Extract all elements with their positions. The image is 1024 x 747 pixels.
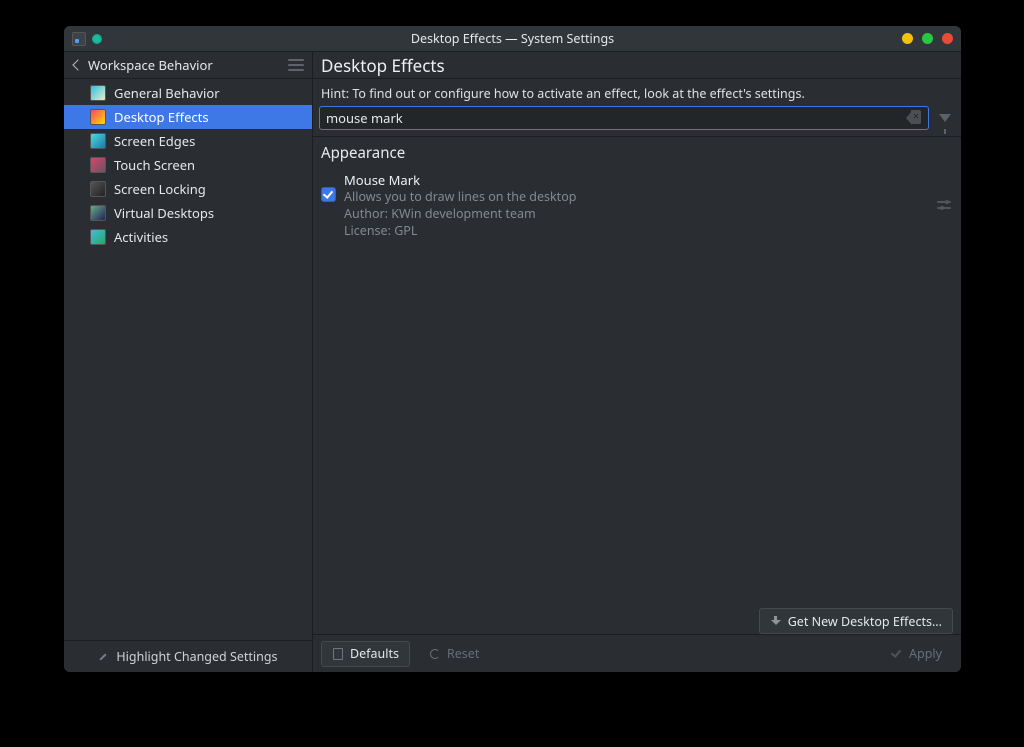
download-icon <box>770 615 782 627</box>
sliders-icon <box>937 199 951 211</box>
back-icon[interactable] <box>72 60 82 70</box>
reset-button[interactable]: Reset <box>418 641 490 667</box>
page-title: Desktop Effects <box>313 52 961 79</box>
effect-description: Allows you to draw lines on the desktop <box>344 189 927 206</box>
sidebar-item-label: General Behavior <box>114 84 220 102</box>
sidebar-item-desktop-effects[interactable]: Desktop Effects <box>64 105 312 129</box>
window-title: Desktop Effects — System Settings <box>64 30 961 47</box>
effect-license: License: GPL <box>344 223 927 240</box>
get-new-effects-button[interactable]: Get New Desktop Effects... <box>759 608 953 634</box>
virtual-desktops-icon <box>90 205 106 221</box>
highlight-changed-button[interactable]: Highlight Changed Settings <box>64 640 312 672</box>
sidebar-item-general-behavior[interactable]: General Behavior <box>64 81 312 105</box>
sidebar-item-touch-screen[interactable]: Touch Screen <box>64 153 312 177</box>
clear-search-icon[interactable] <box>906 111 922 125</box>
effect-author: Author: KWin development team <box>344 206 927 223</box>
sidebar-item-activities[interactable]: Activities <box>64 225 312 249</box>
titlebar: Desktop Effects — System Settings <box>64 26 961 52</box>
sidebar-header-label: Workspace Behavior <box>88 56 213 74</box>
apply-label: Apply <box>909 645 942 662</box>
sidebar-item-label: Virtual Desktops <box>114 204 214 222</box>
screen-edges-icon <box>90 133 106 149</box>
section-appearance: Appearance <box>313 137 961 165</box>
sidebar-item-virtual-desktops[interactable]: Virtual Desktops <box>64 201 312 225</box>
get-new-label: Get New Desktop Effects... <box>788 613 942 630</box>
configure-effect-button[interactable] <box>935 196 953 214</box>
footer-buttons: Defaults Reset Apply <box>313 634 961 672</box>
content-spacer <box>313 246 961 602</box>
sidebar-item-label: Touch Screen <box>114 156 195 174</box>
defaults-label: Defaults <box>350 645 399 662</box>
sidebar-list: General Behavior Desktop Effects Screen … <box>64 79 312 640</box>
screen-locking-icon <box>90 181 106 197</box>
search-input[interactable] <box>326 109 906 127</box>
search-box[interactable] <box>319 106 929 130</box>
sidebar: Workspace Behavior General Behavior Desk… <box>64 52 313 672</box>
effect-row-mouse-mark[interactable]: Mouse Mark Allows you to draw lines on t… <box>313 165 961 246</box>
apply-button[interactable]: Apply <box>880 641 953 667</box>
on-all-desktops-icon[interactable] <box>92 34 102 44</box>
effect-checkbox[interactable] <box>321 187 336 202</box>
desktop-effects-icon <box>90 109 106 125</box>
reset-label: Reset <box>447 645 479 662</box>
highlight-changed-label: Highlight Changed Settings <box>116 648 277 665</box>
maximize-button[interactable] <box>922 33 933 44</box>
pencil-icon <box>98 651 110 663</box>
sidebar-item-screen-edges[interactable]: Screen Edges <box>64 129 312 153</box>
sidebar-header[interactable]: Workspace Behavior <box>64 52 312 79</box>
sidebar-item-label: Screen Edges <box>114 132 195 150</box>
sidebar-item-screen-locking[interactable]: Screen Locking <box>64 177 312 201</box>
checkmark-icon <box>891 648 903 660</box>
activities-icon <box>90 229 106 245</box>
app-icon <box>72 32 86 46</box>
main-pane: Desktop Effects Hint: To find out or con… <box>313 52 961 672</box>
menu-icon[interactable] <box>288 59 304 71</box>
sidebar-item-label: Desktop Effects <box>114 108 209 126</box>
minimize-button[interactable] <box>902 33 913 44</box>
defaults-button[interactable]: Defaults <box>321 641 410 667</box>
filter-button[interactable] <box>935 107 955 129</box>
effect-title: Mouse Mark <box>344 171 927 189</box>
sidebar-item-label: Screen Locking <box>114 180 206 198</box>
close-button[interactable] <box>942 33 953 44</box>
touch-screen-icon <box>90 157 106 173</box>
settings-window: Desktop Effects — System Settings Worksp… <box>64 26 961 672</box>
undo-icon <box>429 648 441 660</box>
hint-text: Hint: To find out or configure how to ac… <box>313 79 961 106</box>
general-behavior-icon <box>90 85 106 101</box>
funnel-icon <box>939 114 951 122</box>
document-icon <box>332 648 344 660</box>
sidebar-item-label: Activities <box>114 228 168 246</box>
